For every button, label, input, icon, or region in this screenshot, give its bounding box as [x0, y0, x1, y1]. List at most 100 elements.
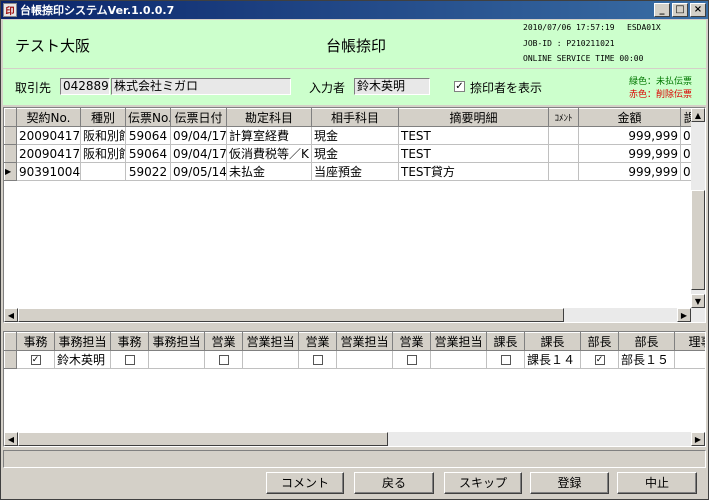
col-header[interactable]: 金額 — [578, 108, 681, 127]
col-header[interactable]: 事務 — [16, 332, 55, 351]
col-header[interactable]: 営業担当 — [336, 332, 393, 351]
cell-slip-date[interactable]: 09/04/17 — [170, 126, 227, 145]
cell-slip-no[interactable]: 59064 — [125, 144, 171, 163]
col-header[interactable]: 事務担当 — [148, 332, 205, 351]
cell-counter-account[interactable]: 現金 — [311, 126, 399, 145]
scroll-down-button[interactable]: ▼ — [691, 294, 705, 308]
scroll-right-button[interactable]: ▶ — [691, 432, 705, 446]
entrant-name-field[interactable]: 鈴木英明 — [354, 78, 430, 95]
cell-counter-account[interactable]: 当座預金 — [311, 162, 399, 181]
scroll-up-button[interactable]: ▲ — [691, 108, 705, 122]
sales-staff-cell[interactable] — [242, 350, 299, 369]
cell-type[interactable] — [80, 162, 126, 181]
col-header[interactable]: 事務 — [110, 332, 149, 351]
col-header[interactable]: 相手科目 — [311, 108, 399, 127]
register-button[interactable]: 登録 — [530, 472, 609, 494]
scroll-left-button[interactable]: ◀ — [4, 308, 18, 322]
sales-checkbox[interactable] — [312, 355, 323, 365]
approval-hscroll[interactable]: ◀ ▶ — [4, 432, 705, 446]
cell-description[interactable]: TEST — [398, 144, 549, 163]
col-header[interactable]: 営業 — [392, 332, 431, 351]
col-header[interactable]: ｺﾒﾝﾄ — [548, 108, 579, 127]
vscroll-thumb[interactable] — [691, 190, 705, 290]
section-chief-check-cell[interactable] — [486, 350, 525, 369]
manager-check-cell[interactable]: ✓ — [580, 350, 619, 369]
col-header[interactable]: 営業担当 — [242, 332, 299, 351]
office-checkbox[interactable] — [124, 355, 135, 365]
sales-checkbox[interactable] — [406, 355, 417, 365]
cell-slip-no[interactable]: 59064 — [125, 126, 171, 145]
sales-checkbox[interactable] — [218, 355, 229, 365]
cell-contract-no[interactable]: 200904170 — [16, 126, 81, 145]
office-check-cell[interactable]: ✓ — [16, 350, 55, 369]
ledger-vscroll[interactable]: ▲ ▼ — [691, 108, 705, 308]
cell-comment[interactable] — [548, 162, 579, 181]
director-cell[interactable] — [674, 350, 705, 369]
office-check-cell[interactable] — [110, 350, 149, 369]
cell-account[interactable]: 未払金 — [226, 162, 312, 181]
office-checkbox[interactable]: ✓ — [30, 355, 41, 365]
cell-amount[interactable]: 999,999 — [578, 126, 681, 145]
client-code-field[interactable]: 0428890 — [60, 78, 110, 95]
comment-button[interactable]: コメント — [266, 472, 344, 494]
ledger-hscroll[interactable]: ◀ ▶ — [4, 308, 705, 322]
col-header[interactable]: 営業 — [298, 332, 337, 351]
table-row[interactable]: ✓ 鈴木英明 課長１４ ✓ 部長１５ — [4, 350, 705, 369]
col-header[interactable]: 部長 — [618, 332, 675, 351]
manager-cell[interactable]: 部長１５ — [618, 350, 675, 369]
col-header[interactable]: 契約No. — [16, 108, 81, 127]
cell-amount[interactable]: 999,999 — [578, 144, 681, 163]
col-header[interactable]: 摘要明細 — [398, 108, 549, 127]
cancel-button[interactable]: 中止 — [617, 472, 697, 494]
cell-comment[interactable] — [548, 144, 579, 163]
manager-checkbox[interactable]: ✓ — [594, 355, 605, 365]
col-header[interactable]: 部長 — [580, 332, 619, 351]
cell-description[interactable]: TEST — [398, 126, 549, 145]
row-marker[interactable] — [4, 126, 17, 145]
section-chief-cell[interactable]: 課長１４ — [524, 350, 581, 369]
cell-contract-no[interactable]: 200904170 — [16, 144, 81, 163]
col-header[interactable]: 事務担当 — [54, 332, 111, 351]
maximize-button[interactable]: □ — [672, 3, 688, 17]
row-marker[interactable] — [4, 144, 17, 163]
office-staff-cell[interactable] — [148, 350, 205, 369]
scroll-left-button[interactable]: ◀ — [4, 432, 18, 446]
back-button[interactable]: 戻る — [354, 472, 434, 494]
cell-description[interactable]: TEST貸方 — [398, 162, 549, 181]
sales-check-cell[interactable] — [298, 350, 337, 369]
hscroll-thumb[interactable] — [18, 432, 388, 446]
col-header[interactable]: 勘定科目 — [226, 108, 312, 127]
minimize-button[interactable]: _ — [654, 3, 670, 17]
table-row[interactable]: 200904170 阪和別館 59064 09/04/17 計算室経費 現金 T… — [4, 126, 705, 145]
section-chief-checkbox[interactable] — [500, 355, 511, 365]
skip-button[interactable]: スキップ — [444, 472, 522, 494]
scroll-right-button[interactable]: ▶ — [677, 308, 691, 322]
row-marker[interactable]: ▶ — [4, 162, 17, 181]
col-header[interactable]: 営業担当 — [430, 332, 487, 351]
cell-slip-date[interactable]: 09/05/14 — [170, 162, 227, 181]
col-header[interactable]: 伝票No. — [125, 108, 171, 127]
cell-slip-no[interactable]: 59022 — [125, 162, 171, 181]
cell-type[interactable]: 阪和別館 — [80, 144, 126, 163]
cell-comment[interactable] — [548, 126, 579, 145]
hscroll-thumb[interactable] — [18, 308, 564, 322]
col-header[interactable]: 営業 — [204, 332, 243, 351]
cell-counter-account[interactable]: 現金 — [311, 144, 399, 163]
cell-contract-no[interactable]: 903910040 — [16, 162, 81, 181]
cell-amount[interactable]: 999,999 — [578, 162, 681, 181]
cell-account[interactable]: 仮消費税等／K — [226, 144, 312, 163]
table-row[interactable]: ▶ 903910040 59022 09/05/14 未払金 当座預金 TEST… — [4, 162, 705, 181]
col-header[interactable]: 課長 — [524, 332, 581, 351]
cell-type[interactable]: 阪和別館 — [80, 126, 126, 145]
sales-staff-cell[interactable] — [430, 350, 487, 369]
sales-staff-cell[interactable] — [336, 350, 393, 369]
sales-check-cell[interactable] — [204, 350, 243, 369]
table-row[interactable]: 200904170 阪和別館 59064 09/04/17 仮消費税等／K 現金… — [4, 144, 705, 163]
client-name-field[interactable]: 株式会社ミガロ — [111, 78, 291, 95]
cell-account[interactable]: 計算室経費 — [226, 126, 312, 145]
office-staff-cell[interactable]: 鈴木英明 — [54, 350, 111, 369]
col-header[interactable]: 伝票日付 — [170, 108, 227, 127]
cell-slip-date[interactable]: 09/04/17 — [170, 144, 227, 163]
sales-check-cell[interactable] — [392, 350, 431, 369]
col-header[interactable]: 種別 — [80, 108, 126, 127]
